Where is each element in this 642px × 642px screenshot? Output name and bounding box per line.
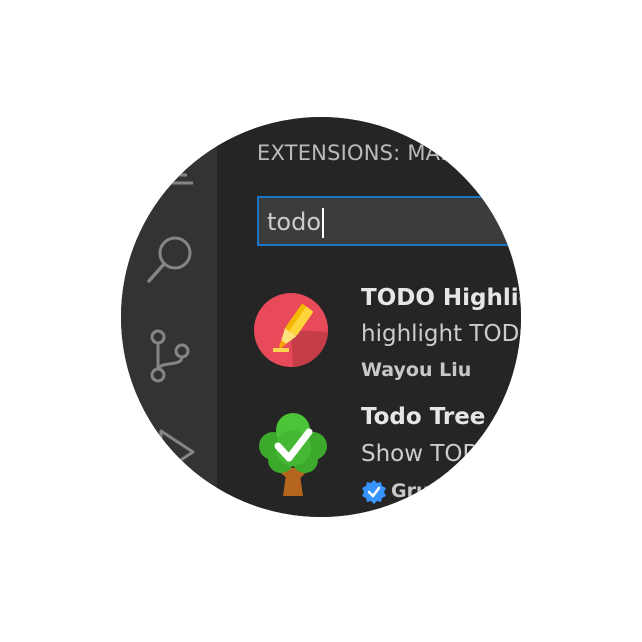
search-input[interactable]: [267, 204, 521, 240]
extension-publisher: Wayou Liu: [361, 359, 472, 381]
search-icon[interactable]: [145, 233, 195, 285]
extension-item[interactable]: Todo Tree Show TODO, FIXME, etc. comment…: [217, 400, 521, 517]
files-icon[interactable]: [159, 157, 199, 187]
vscode-window-crop: EXTENSIONS: MARKETPLACE TODO Highlight h…: [121, 117, 521, 517]
run-debug-icon[interactable]: [155, 427, 199, 477]
activity-bar: [121, 117, 217, 517]
text-caret: [322, 208, 324, 238]
source-control-icon[interactable]: [147, 329, 193, 383]
highlighter-icon: [254, 293, 328, 367]
tree-icon: [259, 413, 327, 496]
verified-badge-icon: [362, 480, 386, 504]
extension-item[interactable]: TODO Highlight highlight TODO, FIXME and…: [217, 277, 521, 387]
extensions-panel: EXTENSIONS: MARKETPLACE TODO Highlight h…: [217, 117, 521, 517]
extension-description: Show TODO, FIXME, etc. comment tags in a…: [361, 441, 521, 467]
extension-description: highlight TODO, FIXME and other annotati…: [361, 321, 521, 347]
extension-publisher: Gruntfuggly: [391, 480, 520, 502]
extension-name: Todo Tree: [361, 404, 486, 430]
extension-name: TODO Highlight: [361, 285, 521, 311]
panel-title: EXTENSIONS: MARKETPLACE: [257, 141, 521, 165]
search-box[interactable]: [257, 196, 521, 246]
